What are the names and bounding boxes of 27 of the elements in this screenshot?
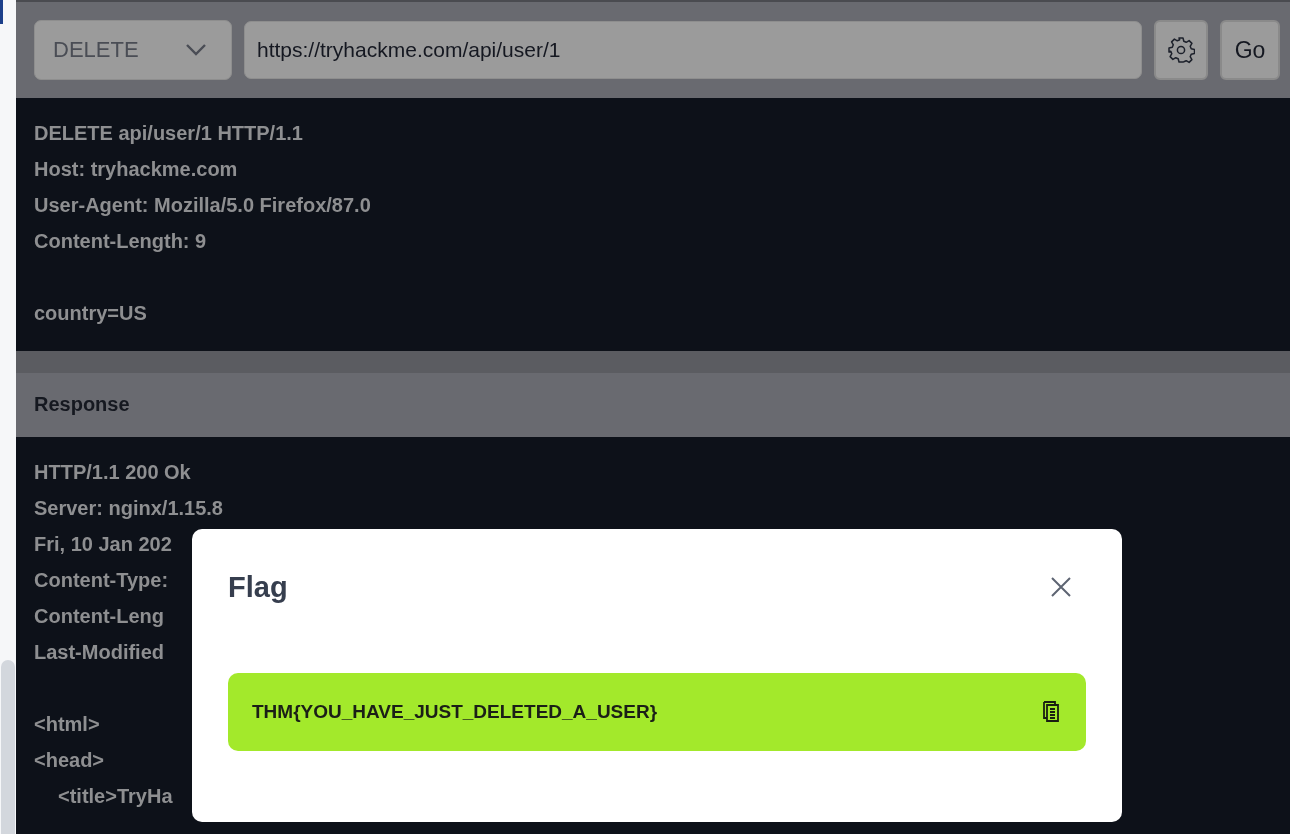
header-line: Content-Leng xyxy=(34,604,164,629)
header-line: Host: tryhackme.com xyxy=(34,157,238,182)
method-label: DELETE xyxy=(53,37,139,63)
dialog-title: Flag xyxy=(228,570,288,604)
header-line: HTTP/1.1 200 Ok xyxy=(34,460,191,485)
flag-text: THM{YOU_HAVE_JUST_DELETED_A_USER} xyxy=(252,701,658,723)
header-line: Content-Type: xyxy=(34,568,169,593)
copy-icon[interactable] xyxy=(1042,701,1060,723)
response-title: Response xyxy=(34,393,130,417)
header-line: Content-Length: 9 xyxy=(34,229,207,254)
code-line: <html> xyxy=(34,712,100,737)
close-icon[interactable] xyxy=(1050,576,1072,598)
code-line: <head> xyxy=(34,748,105,773)
settings-button[interactable] xyxy=(1154,20,1208,80)
header-line: Server: nginx/1.15.8 xyxy=(34,496,223,521)
settings-icon xyxy=(1167,36,1195,64)
scrollbar[interactable] xyxy=(1,660,15,834)
header-line: User-Agent: Mozilla/5.0 Firefox/87.0 xyxy=(34,193,371,218)
chevron-down-icon xyxy=(185,43,207,57)
edge-marker xyxy=(0,0,3,24)
header-line: DELETE api/user/1 HTTP/1.1 xyxy=(34,121,303,146)
header-line: Fri, 10 Jan 202 xyxy=(34,532,172,557)
url-field[interactable]: https://tryhackme.com/api/user/1 xyxy=(244,21,1142,79)
go-button[interactable]: Go xyxy=(1220,20,1280,80)
header-line: Last-Modified xyxy=(34,640,164,665)
code-line: <title>TryHa xyxy=(57,784,173,809)
code-line: country=US xyxy=(34,301,147,326)
